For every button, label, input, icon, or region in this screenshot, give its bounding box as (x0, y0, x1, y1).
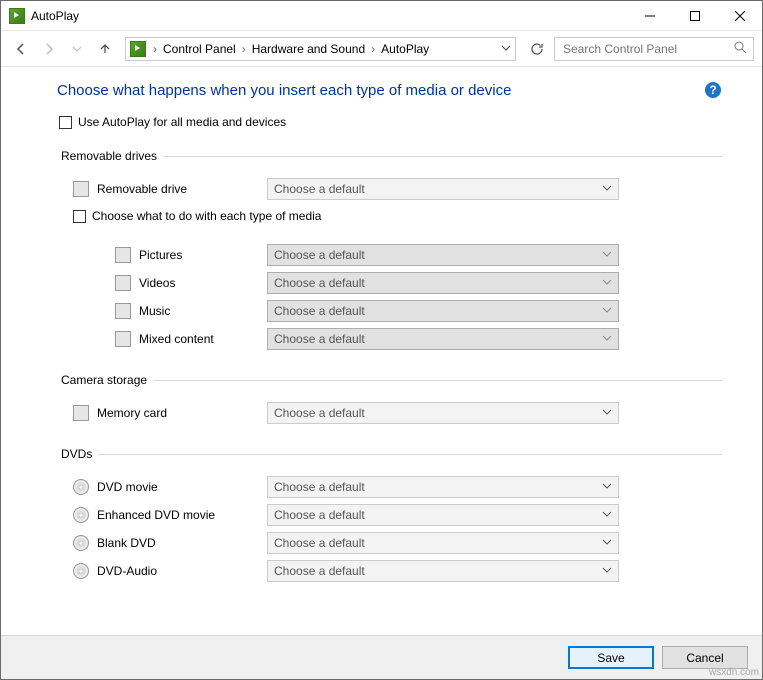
removable-drive-dropdown[interactable]: Choose a default (267, 178, 619, 200)
chevron-down-icon (602, 248, 612, 262)
chevron-down-icon (602, 304, 612, 318)
music-dropdown[interactable]: Choose a default (267, 300, 619, 322)
titlebar: AutoPlay (1, 1, 762, 31)
dvd-audio-icon (73, 563, 89, 579)
chevron-down-icon (602, 406, 612, 420)
search-input[interactable] (561, 41, 734, 57)
chevron-right-icon: › (239, 42, 249, 56)
breadcrumb-item[interactable]: Hardware and Sound (249, 42, 368, 56)
device-label: Memory card (97, 406, 267, 420)
mixed-content-dropdown[interactable]: Choose a default (267, 328, 619, 350)
autoplay-icon (9, 8, 25, 24)
search-box[interactable] (554, 37, 754, 61)
chevron-down-icon (602, 276, 612, 290)
footer: Save Cancel (1, 635, 762, 679)
videos-dropdown[interactable]: Choose a default (267, 272, 619, 294)
minimize-button[interactable] (627, 1, 672, 30)
forward-button[interactable] (37, 37, 61, 61)
blank-dvd-icon (73, 535, 89, 551)
address-dropdown-icon[interactable] (501, 42, 511, 56)
content-area: Choose what happens when you insert each… (1, 67, 762, 635)
enhanced-dvd-movie-dropdown[interactable]: Choose a default (267, 504, 619, 526)
autoplay-window: AutoPlay › Control Panel › Hardware and … (0, 0, 763, 680)
chevron-down-icon (602, 564, 612, 578)
search-icon[interactable] (734, 41, 747, 57)
breadcrumb-item[interactable]: Control Panel (160, 42, 239, 56)
videos-icon (115, 275, 131, 291)
chevron-down-icon (602, 332, 612, 346)
removable-drive-icon (73, 181, 89, 197)
help-icon[interactable]: ? (704, 81, 722, 99)
use-autoplay-all-label: Use AutoPlay for all media and devices (78, 115, 286, 129)
device-label: Videos (139, 276, 267, 290)
dvds-section: DVDs DVD movieChoose a default Enhanced … (59, 447, 722, 587)
save-button[interactable]: Save (568, 646, 654, 669)
chevron-right-icon: › (368, 42, 378, 56)
dvd-movie-dropdown[interactable]: Choose a default (267, 476, 619, 498)
chevron-down-icon (602, 182, 612, 196)
chevron-down-icon (602, 480, 612, 494)
device-label: Blank DVD (97, 536, 267, 550)
choose-each-type-row[interactable]: Choose what to do with each type of medi… (73, 209, 722, 223)
up-button[interactable] (93, 37, 117, 61)
choose-each-type-checkbox[interactable] (73, 210, 86, 223)
device-label: Pictures (139, 248, 267, 262)
section-legend: Camera storage (59, 373, 153, 387)
blank-dvd-dropdown[interactable]: Choose a default (267, 532, 619, 554)
dvd-audio-dropdown[interactable]: Choose a default (267, 560, 619, 582)
section-legend: DVDs (59, 447, 98, 461)
camera-storage-section: Camera storage Memory card Choose a defa… (59, 373, 722, 429)
device-label: DVD movie (97, 480, 267, 494)
use-autoplay-all-row[interactable]: Use AutoPlay for all media and devices (59, 115, 722, 129)
device-label: Mixed content (139, 332, 267, 346)
maximize-button[interactable] (672, 1, 717, 30)
autoplay-icon (130, 41, 146, 57)
device-label: Music (139, 304, 267, 318)
refresh-button[interactable] (524, 37, 550, 61)
chevron-down-icon (602, 508, 612, 522)
page-title: Choose what happens when you insert each… (57, 82, 704, 99)
mixed-content-icon (115, 331, 131, 347)
device-label: Enhanced DVD movie (97, 508, 267, 522)
removable-drives-section: Removable drives Removable drive Choose … (59, 149, 722, 355)
chevron-right-icon: › (150, 42, 160, 56)
recent-dropdown[interactable] (65, 37, 89, 61)
cancel-button[interactable]: Cancel (662, 646, 748, 669)
memory-card-icon (73, 405, 89, 421)
dvd-movie-icon (73, 479, 89, 495)
close-button[interactable] (717, 1, 762, 30)
memory-card-dropdown[interactable]: Choose a default (267, 402, 619, 424)
music-icon (115, 303, 131, 319)
svg-text:?: ? (709, 83, 716, 97)
enhanced-dvd-movie-icon (73, 507, 89, 523)
navbar: › Control Panel › Hardware and Sound › A… (1, 31, 762, 67)
window-title: AutoPlay (31, 9, 627, 23)
pictures-dropdown[interactable]: Choose a default (267, 244, 619, 266)
address-bar[interactable]: › Control Panel › Hardware and Sound › A… (125, 37, 516, 61)
breadcrumb-item[interactable]: AutoPlay (378, 42, 432, 56)
pictures-icon (115, 247, 131, 263)
chevron-down-icon (602, 536, 612, 550)
section-legend: Removable drives (59, 149, 163, 163)
device-label: Removable drive (97, 182, 267, 196)
watermark: wsxdn.com (709, 667, 759, 678)
use-autoplay-all-checkbox[interactable] (59, 116, 72, 129)
choose-each-type-label: Choose what to do with each type of medi… (92, 209, 321, 223)
back-button[interactable] (9, 37, 33, 61)
device-label: DVD-Audio (97, 564, 267, 578)
